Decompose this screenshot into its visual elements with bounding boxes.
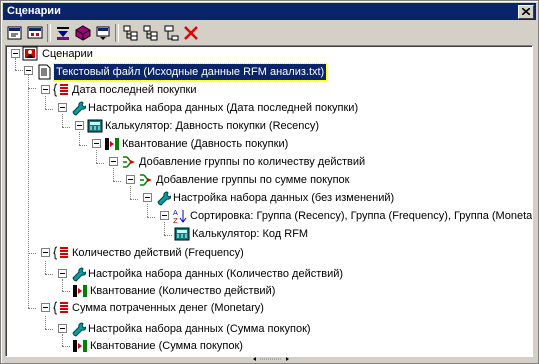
quantization-icon bbox=[73, 340, 87, 352]
tree-node-add-group-monetary[interactable]: Добавление группы по сумме покупок bbox=[6, 172, 532, 189]
tree-node-recency-group[interactable]: Дата последней покупки bbox=[6, 82, 532, 99]
tree-expand-icon bbox=[123, 25, 138, 41]
toolbar bbox=[3, 21, 536, 45]
tree-node-label: Текстовый файл (Исходные данные RFM анал… bbox=[52, 63, 328, 81]
tree-node-label: Сценарии bbox=[42, 48, 93, 60]
collapse-toggle[interactable] bbox=[41, 85, 50, 94]
collapse-toggle[interactable] bbox=[75, 121, 84, 130]
tree-node-label: Сортировка: Группа (Recency), Группа (Fr… bbox=[190, 210, 533, 222]
collapse-toggle[interactable] bbox=[143, 193, 152, 202]
import-icon bbox=[57, 27, 69, 40]
tree-node-label: Сумма потраченных денег (Monetary) bbox=[72, 302, 264, 314]
tree-node-label: Калькулятор: Давность покупки (Recency) bbox=[105, 120, 320, 132]
field-group-icon bbox=[53, 246, 68, 260]
sort-az-icon: AZ bbox=[173, 209, 187, 224]
export-icon bbox=[96, 26, 110, 40]
tree-node-dataset-setup[interactable]: Настройка набора данных (Дата последней … bbox=[6, 100, 532, 117]
toolbar-separator bbox=[47, 24, 51, 42]
toolbar-separator bbox=[115, 24, 119, 42]
delete-button[interactable] bbox=[181, 23, 201, 43]
expand-all-button[interactable] bbox=[121, 23, 141, 43]
collapse-toggle[interactable] bbox=[58, 103, 67, 112]
quantization-icon bbox=[105, 138, 119, 150]
tree-node-dataset-setup-nochange[interactable]: Настройка набора данных (без изменений) bbox=[6, 190, 532, 207]
collapse-toggle[interactable] bbox=[58, 324, 67, 333]
merge-icon bbox=[123, 156, 135, 168]
tree-node-label: Настройка набора данных (без изменений) bbox=[173, 192, 395, 204]
collapse-toggle[interactable] bbox=[126, 175, 135, 184]
wrench-icon bbox=[72, 267, 86, 282]
tree-view-icon bbox=[164, 25, 179, 41]
scenario-icon bbox=[22, 46, 38, 61]
tree-view-button[interactable] bbox=[161, 23, 181, 43]
processing-button[interactable] bbox=[73, 23, 93, 43]
collapse-toggle[interactable] bbox=[109, 157, 118, 166]
tree-node-label: Настройка набора данных (Сумма покупок) bbox=[88, 323, 311, 335]
tree-node-label: Калькулятор: Код RFM bbox=[192, 228, 309, 240]
tree-node-label: Квантование (Давность покупки) bbox=[122, 138, 289, 150]
tree-node-calculator-rfm[interactable]: Калькулятор: Код RFM bbox=[6, 226, 532, 243]
cube-icon bbox=[75, 25, 91, 41]
window-title: Сценарии bbox=[7, 5, 61, 17]
title-bar: Сценарии bbox=[3, 3, 536, 20]
tree-node-label: Количество действий (Frequency) bbox=[72, 247, 244, 259]
tree-node-quantization-frequency[interactable]: Квантование (Количество действий) bbox=[6, 283, 532, 300]
collapse-all-button[interactable] bbox=[141, 23, 161, 43]
tree-node-dataset-setup-frequency[interactable]: Настройка набора данных (Количество дейс… bbox=[6, 266, 532, 283]
collapse-toggle[interactable] bbox=[58, 269, 67, 278]
tree-node-sorting[interactable]: AZ Сортировка: Группа (Recency), Группа … bbox=[6, 208, 532, 225]
field-group-icon bbox=[53, 83, 68, 97]
scenario-tree[interactable]: Сценарии Текстовый файл (Исходные данные… bbox=[5, 45, 533, 357]
tree-collapse-icon bbox=[143, 25, 158, 41]
tree-node-quantization[interactable]: Квантование (Давность покупки) bbox=[6, 136, 532, 153]
collapse-toggle[interactable] bbox=[92, 139, 101, 148]
resize-grip-icon[interactable] bbox=[251, 356, 291, 362]
tree-node-frequency-group[interactable]: Количество действий (Frequency) bbox=[6, 245, 532, 262]
calculator-icon bbox=[87, 119, 103, 133]
wrench-icon bbox=[72, 101, 86, 116]
text-file-icon bbox=[38, 64, 51, 80]
calculator-icon bbox=[174, 227, 190, 241]
collapse-toggle[interactable] bbox=[24, 66, 33, 75]
import-button[interactable] bbox=[53, 23, 73, 43]
quantization-icon bbox=[73, 285, 87, 297]
tree-node-label: Дата последней покупки bbox=[72, 84, 197, 96]
close-button[interactable] bbox=[518, 5, 534, 19]
tree-node-calculator[interactable]: Калькулятор: Давность покупки (Recency) bbox=[6, 118, 532, 135]
scenarios-window: Сценарии Сценарии Текстовый файл (Исходн… bbox=[0, 0, 539, 364]
properties-button[interactable] bbox=[5, 23, 25, 43]
tree-node-label: Квантование (Сумма покупок) bbox=[90, 340, 243, 352]
wrench-icon bbox=[72, 322, 86, 337]
tree-node-label: Добавление группы по количеству действий bbox=[139, 156, 366, 168]
tree-node-monetary-group[interactable]: Сумма потраченных денег (Monetary) bbox=[6, 300, 532, 317]
tree-node-text-file[interactable]: Текстовый файл (Исходные данные RFM анал… bbox=[6, 63, 532, 81]
tree-node-label: Квантование (Количество действий) bbox=[90, 285, 276, 297]
merge-icon bbox=[140, 174, 152, 186]
export-button[interactable] bbox=[93, 23, 113, 43]
tree-node-label: Настройка набора данных (Количество дейс… bbox=[88, 268, 344, 280]
tree-node-dataset-setup-monetary[interactable]: Настройка набора данных (Сумма покупок) bbox=[6, 321, 532, 338]
delete-icon bbox=[184, 26, 198, 40]
tree-node-quantization-monetary[interactable]: Квантование (Сумма покупок) bbox=[6, 338, 532, 355]
close-icon bbox=[522, 8, 530, 15]
wrench-icon bbox=[157, 191, 171, 206]
collapse-toggle[interactable] bbox=[160, 211, 169, 220]
properties-icon bbox=[7, 26, 22, 40]
field-group-icon bbox=[53, 301, 68, 315]
tree-node-label: Настройка набора данных (Дата последней … bbox=[88, 102, 359, 114]
tree-node-label: Добавление группы по сумме покупок bbox=[156, 174, 350, 186]
svg-text:Z: Z bbox=[173, 217, 178, 224]
report-button[interactable] bbox=[25, 23, 45, 43]
collapse-toggle[interactable] bbox=[41, 303, 50, 312]
report-icon bbox=[27, 26, 43, 39]
collapse-toggle[interactable] bbox=[11, 49, 20, 58]
tree-node-add-group-frequency[interactable]: Добавление группы по количеству действий bbox=[6, 154, 532, 171]
tree-node-root[interactable]: Сценарии bbox=[6, 46, 532, 63]
svg-text:A: A bbox=[173, 209, 178, 217]
collapse-toggle[interactable] bbox=[41, 248, 50, 257]
